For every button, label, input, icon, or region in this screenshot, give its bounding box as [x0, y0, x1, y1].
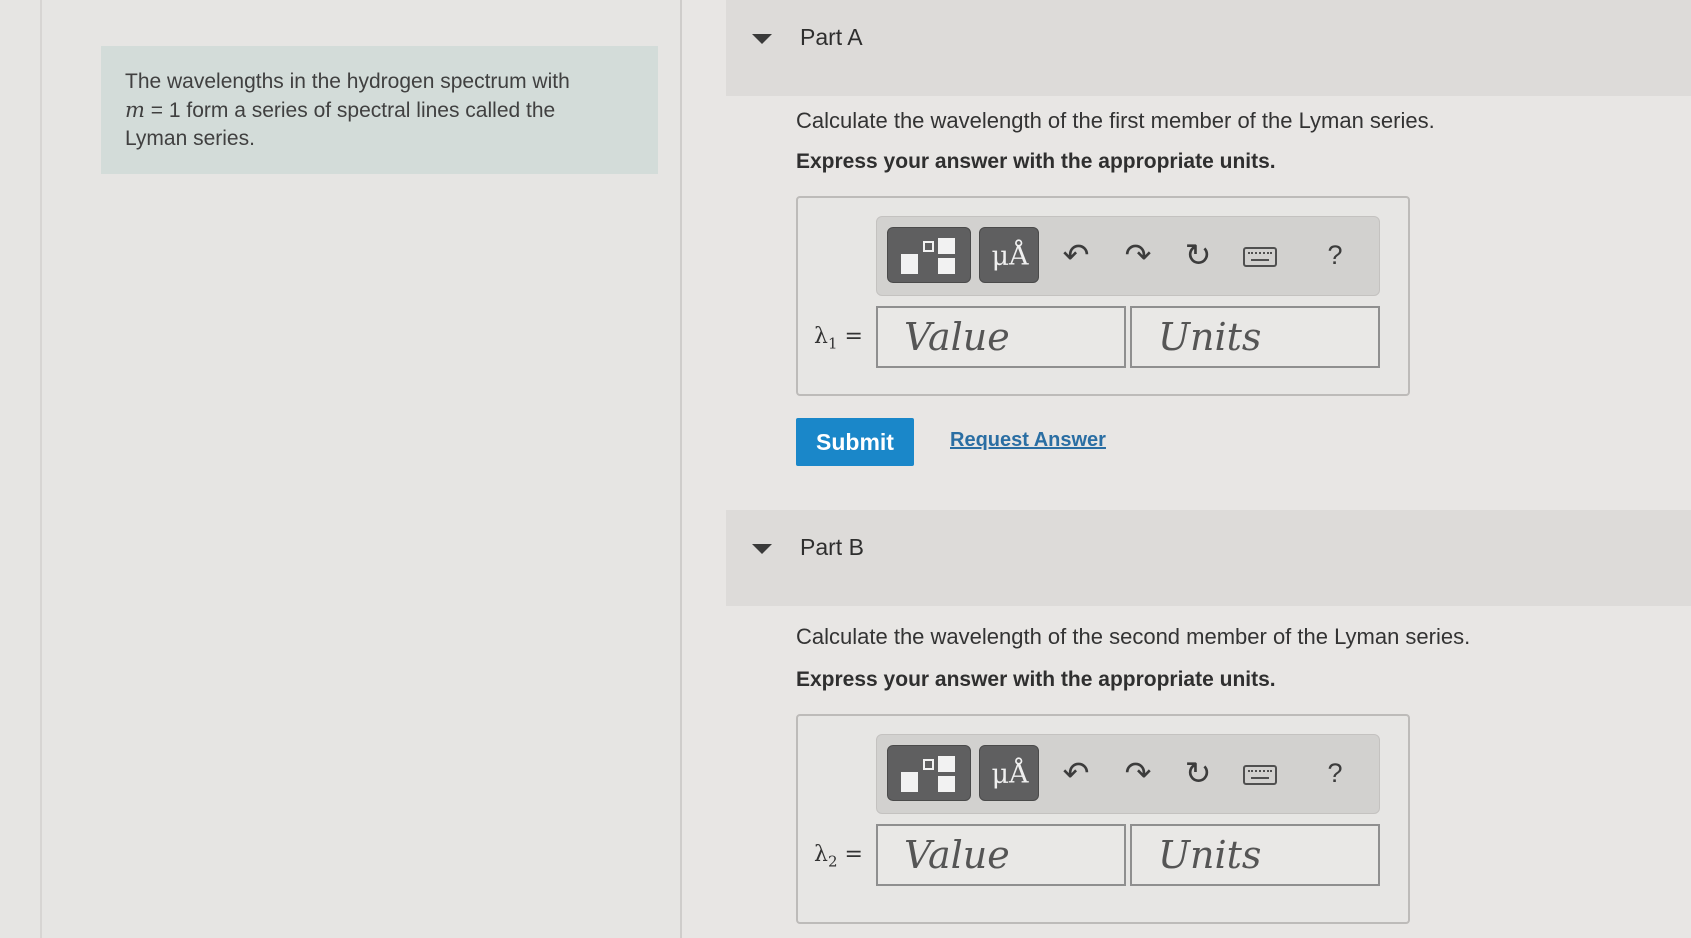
value-input[interactable]: Value — [876, 306, 1126, 368]
help-button[interactable]: ? — [1315, 745, 1355, 801]
value-input[interactable]: Value — [876, 824, 1126, 886]
request-answer-link[interactable]: Request Answer — [950, 429, 1106, 452]
collapse-caret-icon[interactable] — [752, 34, 772, 44]
lambda-symbol: λ — [814, 842, 828, 867]
lambda-subscript: 1 — [827, 334, 838, 353]
left-edge-divider — [40, 0, 42, 938]
units-label: μÅ — [991, 759, 1029, 790]
undo-icon[interactable]: ↶ — [1051, 227, 1101, 283]
submit-button[interactable]: Submit — [796, 418, 914, 466]
lambda-1-label: λ1 = — [814, 324, 863, 352]
keyboard-icon[interactable] — [1243, 247, 1277, 267]
intro-variable-m: m — [125, 98, 145, 122]
equals-sign: = — [837, 324, 863, 349]
part-a-question: Calculate the wavelength of the first me… — [796, 108, 1435, 133]
help-button[interactable]: ? — [1315, 227, 1355, 283]
templates-button[interactable] — [887, 227, 971, 283]
lambda-2-label: λ2 = — [814, 842, 863, 870]
math-toolbar: μÅ ↶ ↷ ↻ ? — [876, 734, 1380, 814]
units-input[interactable]: Units — [1130, 824, 1380, 886]
part-a-answer-box: μÅ ↶ ↷ ↻ ? λ1 = Value Units — [796, 196, 1410, 396]
redo-icon[interactable]: ↷ — [1113, 745, 1163, 801]
intro-line-2-text: = 1 form a series of spectral lines call… — [144, 99, 556, 122]
part-a-title: Part A — [800, 24, 863, 50]
part-b-title: Part B — [800, 534, 864, 560]
equals-sign: = — [837, 842, 863, 867]
keyboard-icon[interactable] — [1243, 765, 1277, 785]
right-panel: Part A Calculate the wavelength of the f… — [682, 0, 1691, 938]
units-button[interactable]: μÅ — [979, 745, 1039, 801]
part-a-header[interactable]: Part A — [726, 0, 1691, 96]
units-button[interactable]: μÅ — [979, 227, 1039, 283]
part-b-question: Calculate the wavelength of the second m… — [796, 624, 1471, 649]
intro-box: The wavelengths in the hydrogen spectrum… — [101, 46, 658, 174]
part-b-header[interactable]: Part B — [726, 510, 1691, 606]
reset-icon[interactable]: ↻ — [1173, 745, 1223, 801]
undo-icon[interactable]: ↶ — [1051, 745, 1101, 801]
templates-button[interactable] — [887, 745, 971, 801]
intro-line-3: Lyman series. — [125, 127, 255, 150]
reset-icon[interactable]: ↻ — [1173, 227, 1223, 283]
lambda-subscript: 2 — [827, 852, 838, 871]
lambda-symbol: λ — [814, 324, 828, 349]
math-toolbar: μÅ ↶ ↷ ↻ ? — [876, 216, 1380, 296]
part-b-answer-box: μÅ ↶ ↷ ↻ ? λ2 = Value Units — [796, 714, 1410, 924]
redo-icon[interactable]: ↷ — [1113, 227, 1163, 283]
part-a-instruction: Express your answer with the appropriate… — [796, 150, 1276, 173]
units-input[interactable]: Units — [1130, 306, 1380, 368]
intro-line-1: The wavelengths in the hydrogen spectrum… — [125, 70, 570, 93]
units-label: μÅ — [991, 241, 1029, 272]
part-b-instruction: Express your answer with the appropriate… — [796, 668, 1276, 691]
intro-line-2: m = 1 form a series of spectral lines ca… — [125, 96, 638, 125]
collapse-caret-icon[interactable] — [752, 544, 772, 554]
left-panel: The wavelengths in the hydrogen spectrum… — [0, 0, 682, 938]
